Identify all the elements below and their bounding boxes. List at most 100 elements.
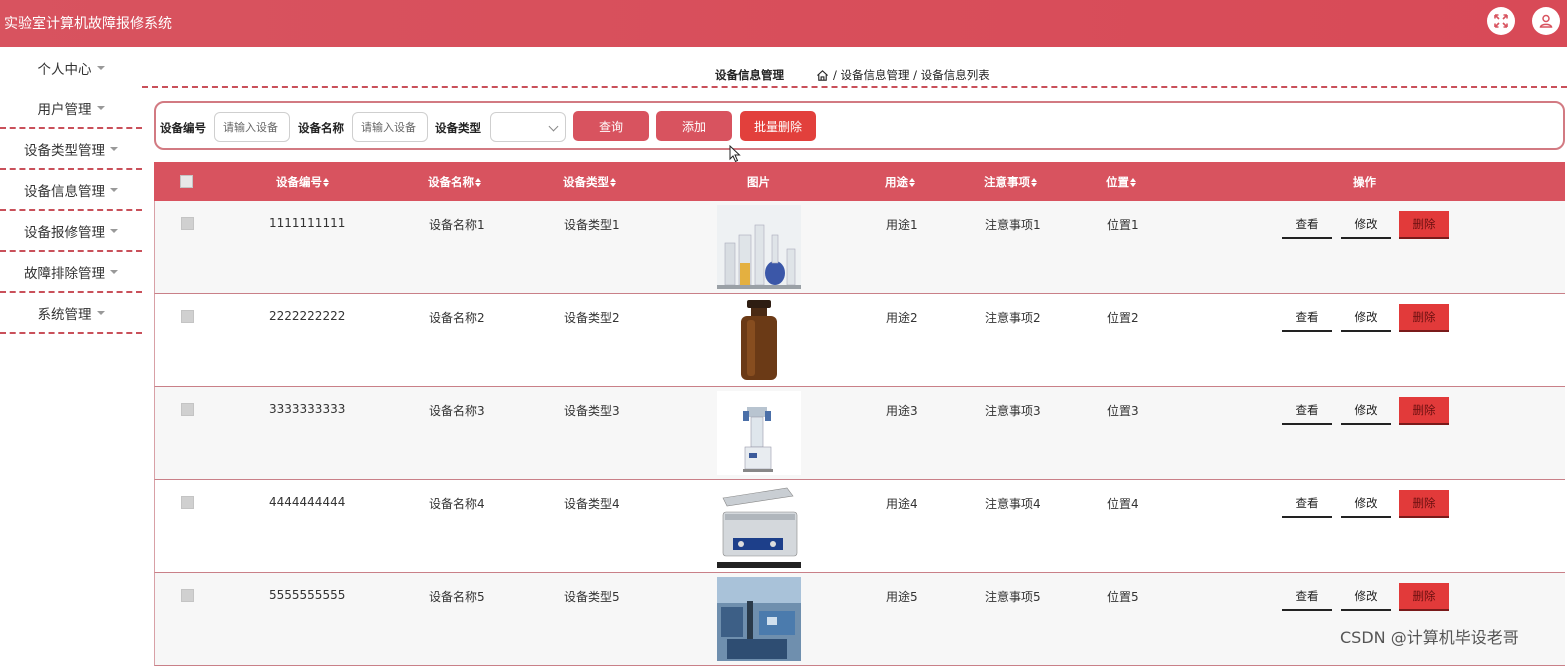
cell-type: 设备类型3 (564, 404, 620, 418)
cell-name: 设备名称5 (429, 590, 485, 604)
cell-location: 位置4 (1107, 497, 1139, 511)
edit-button[interactable]: 修改 (1341, 304, 1391, 332)
cell-notes: 注意事项3 (985, 404, 1041, 418)
cell-usage: 用途3 (886, 404, 918, 418)
delete-button[interactable]: 删除 (1399, 490, 1449, 518)
sidebar-item-label: 设备类型管理 (24, 142, 105, 159)
sidebar-item-label: 系统管理 (37, 306, 92, 323)
device-table: 设备编号 设备名称 设备类型 图片 用途 注意事项 位置 操作 11111111… (154, 162, 1565, 666)
add-button[interactable]: 添加 (656, 111, 732, 141)
device-code-label: 设备编号 (160, 121, 206, 135)
expand-icon (1494, 14, 1508, 28)
edit-button[interactable]: 修改 (1341, 397, 1391, 425)
sidebar-item-label: 设备信息管理 (24, 183, 105, 200)
caret-down-icon (110, 187, 118, 192)
sidebar-item-device-type-management[interactable]: 设备类型管理 (0, 129, 142, 170)
view-button[interactable]: 查看 (1282, 490, 1332, 518)
device-type-select[interactable] (490, 112, 566, 142)
device-image[interactable] (717, 205, 801, 289)
batch-delete-button[interactable]: 批量删除 (740, 111, 816, 141)
top-header: 实验室计算机故障报修系统 (0, 0, 1567, 47)
cell-code: 2222222222 (269, 309, 346, 323)
cell-notes: 注意事项1 (985, 218, 1041, 232)
sidebar-item-system-management[interactable]: 系统管理 (0, 293, 142, 334)
mouse-cursor-icon (729, 145, 741, 163)
column-header-code[interactable]: 设备编号 (276, 174, 329, 190)
device-name-input[interactable] (352, 112, 428, 142)
sidebar-item-fault-elimination-management[interactable]: 故障排除管理 (0, 252, 142, 293)
caret-down-icon (96, 105, 105, 110)
edit-button[interactable]: 修改 (1341, 583, 1391, 611)
column-header-type[interactable]: 设备类型 (563, 174, 616, 190)
sidebar-item-device-repair-management[interactable]: 设备报修管理 (0, 211, 142, 252)
sort-icon (475, 178, 481, 187)
chevron-down-icon (548, 121, 559, 132)
row-checkbox[interactable] (181, 310, 194, 323)
cell-code: 5555555555 (269, 588, 346, 602)
column-header-image: 图片 (747, 175, 770, 189)
device-code-input[interactable] (214, 112, 290, 142)
table-row: 4444444444 设备名称4 设备类型4 用途4 注意事项4 位置4 查看 … (154, 480, 1565, 573)
cell-name: 设备名称3 (429, 404, 485, 418)
user-icon (1539, 14, 1553, 28)
sidebar-item-personal-center[interactable]: 个人中心 (0, 47, 142, 88)
caret-down-icon (110, 146, 118, 151)
sort-icon (323, 178, 329, 187)
view-button[interactable]: 查看 (1282, 211, 1332, 239)
fullscreen-button[interactable] (1487, 7, 1515, 35)
sidebar: 个人中心 用户管理 设备类型管理 设备信息管理 设备报修管理 故障排除管理 系统… (0, 47, 142, 334)
row-checkbox[interactable] (181, 217, 194, 230)
watermark: CSDN @计算机毕设老哥 (1340, 628, 1519, 647)
cell-name: 设备名称4 (429, 497, 485, 511)
view-button[interactable]: 查看 (1282, 397, 1332, 425)
cell-type: 设备类型2 (564, 311, 620, 325)
delete-button[interactable]: 删除 (1399, 583, 1449, 611)
delete-button[interactable]: 删除 (1399, 304, 1449, 332)
sort-icon (1130, 178, 1136, 187)
cell-usage: 用途4 (886, 497, 918, 511)
divider (142, 86, 1567, 88)
table-header: 设备编号 设备名称 设备类型 图片 用途 注意事项 位置 操作 (154, 162, 1565, 201)
row-checkbox[interactable] (181, 589, 194, 602)
device-image[interactable] (717, 577, 801, 661)
query-button[interactable]: 查询 (573, 111, 649, 141)
sort-icon (1031, 178, 1037, 187)
column-header-usage[interactable]: 用途 (885, 174, 915, 190)
edit-button[interactable]: 修改 (1341, 211, 1391, 239)
home-icon[interactable] (816, 69, 829, 82)
row-checkbox[interactable] (181, 496, 194, 509)
cell-code: 3333333333 (269, 402, 346, 416)
cell-type: 设备类型1 (564, 218, 620, 232)
column-header-notes[interactable]: 注意事项 (984, 174, 1037, 190)
device-image[interactable] (717, 391, 801, 475)
cell-name: 设备名称1 (429, 218, 485, 232)
edit-button[interactable]: 修改 (1341, 490, 1391, 518)
sidebar-item-user-management[interactable]: 用户管理 (0, 88, 142, 129)
column-header-name[interactable]: 设备名称 (428, 174, 481, 190)
cell-usage: 用途1 (886, 218, 918, 232)
delete-button[interactable]: 删除 (1399, 211, 1449, 239)
sidebar-item-label: 故障排除管理 (24, 265, 105, 282)
view-button[interactable]: 查看 (1282, 583, 1332, 611)
device-image[interactable] (717, 484, 801, 568)
row-checkbox[interactable] (181, 403, 194, 416)
user-menu-button[interactable] (1532, 7, 1560, 35)
breadcrumb-path: / 设备信息管理 / 设备信息列表 (833, 68, 990, 82)
cell-code: 1111111111 (269, 216, 346, 230)
page-title: 设备信息管理 (715, 68, 784, 82)
device-image[interactable] (717, 298, 801, 382)
select-all-checkbox[interactable] (180, 175, 193, 188)
column-header-location[interactable]: 位置 (1106, 174, 1136, 190)
table-row: 5555555555 设备名称5 设备类型5 用途5 注意事项5 位置5 查看 … (154, 573, 1565, 666)
caret-down-icon (110, 269, 118, 274)
delete-button[interactable]: 删除 (1399, 397, 1449, 425)
sidebar-item-device-info-management[interactable]: 设备信息管理 (0, 170, 142, 211)
table-row: 1111111111 设备名称1 设备类型1 用途1 注意事项1 位置1 查看 … (154, 201, 1565, 294)
caret-down-icon (96, 65, 105, 70)
view-button[interactable]: 查看 (1282, 304, 1332, 332)
cell-notes: 注意事项2 (985, 311, 1041, 325)
cell-location: 位置5 (1107, 590, 1139, 604)
cell-name: 设备名称2 (429, 311, 485, 325)
cell-location: 位置2 (1107, 311, 1139, 325)
caret-down-icon (96, 310, 105, 315)
